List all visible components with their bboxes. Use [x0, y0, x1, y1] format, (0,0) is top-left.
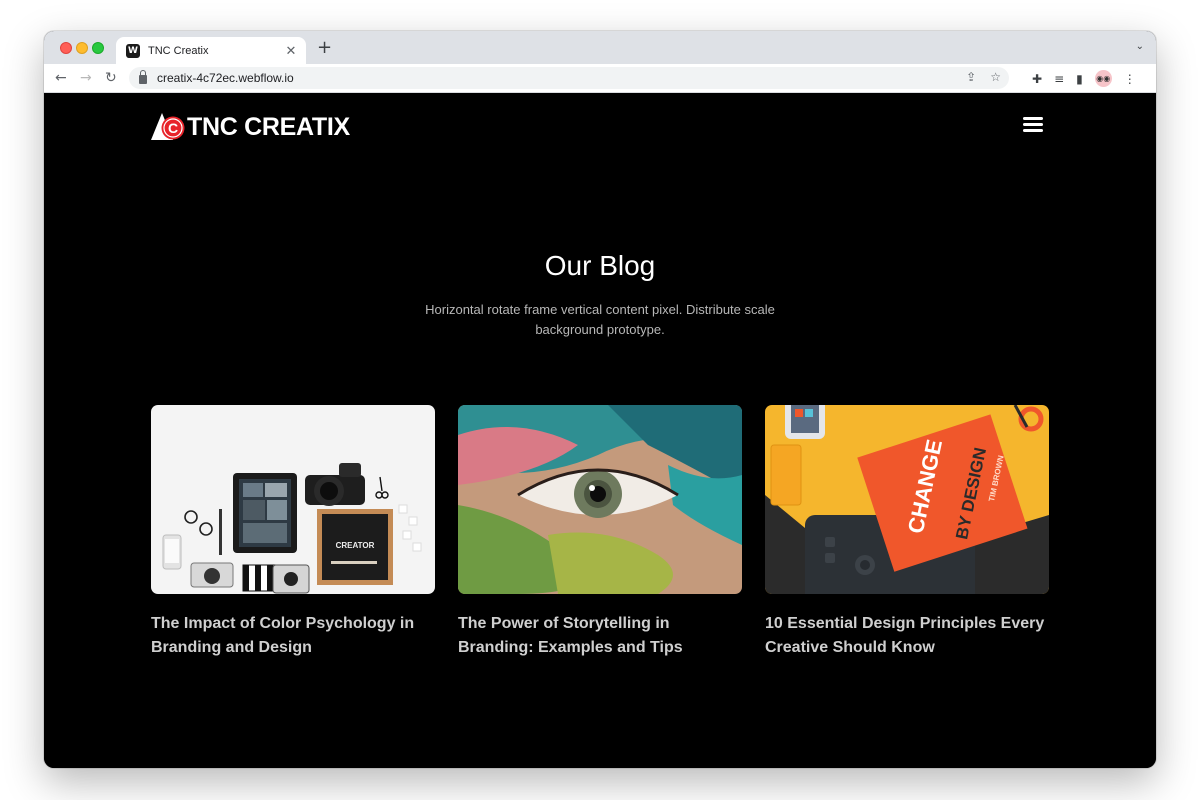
browser-window: W TNC Creatix ✕ + ⌄ ← → ↻ creatix-4c72ec… — [44, 31, 1156, 768]
reload-icon[interactable]: ↻ — [105, 69, 117, 87]
tab-search-chevron-icon[interactable]: ⌄ — [1136, 41, 1144, 52]
browser-tab[interactable]: W TNC Creatix ✕ — [116, 37, 306, 64]
tab-bar: W TNC Creatix ✕ + ⌄ — [44, 31, 1156, 64]
lock-icon[interactable] — [139, 70, 147, 84]
side-panel-icon[interactable]: ▮ — [1076, 72, 1083, 86]
back-arrow-icon[interactable]: ← — [55, 69, 67, 87]
blog-card-title[interactable]: 10 Essential Design Principles Every Cre… — [765, 612, 1049, 660]
letterboard-text: CREATOR — [336, 541, 375, 550]
browser-toolbar: ← → ↻ creatix-4c72ec.webflow.io ⇪ ☆ ✚ ≡ … — [44, 64, 1156, 93]
site-logo[interactable]: C TNC CREATIX — [151, 112, 350, 142]
share-icon[interactable]: ⇪ — [966, 70, 976, 84]
extension-toolbar: ✚ ≡ ▮ ◉◉ ⋮ — [1032, 70, 1136, 87]
extensions-puzzle-icon[interactable]: ✚ — [1032, 72, 1042, 86]
logo-text: TNC CREATIX — [187, 112, 350, 141]
close-tab-icon[interactable]: ✕ — [284, 43, 298, 58]
flatlay-creator-icon[interactable]: CREATOR — [151, 405, 435, 594]
new-tab-icon[interactable]: + — [317, 39, 332, 57]
address-bar-actions: ⇪ ☆ — [966, 70, 1001, 84]
webflow-favicon-icon: W — [126, 43, 140, 58]
blog-card[interactable]: The Power of Storytelling in Branding: E… — [458, 405, 742, 660]
blog-card-title[interactable]: The Impact of Color Psychology in Brandi… — [151, 612, 435, 660]
logo-mark-icon: C — [151, 113, 185, 140]
profile-avatar[interactable]: ◉◉ — [1094, 70, 1112, 87]
blog-card[interactable]: CHANGE BY DESIGN TIM BROWN 10 Essential … — [765, 405, 1049, 660]
hamburger-menu-icon[interactable] — [1023, 117, 1043, 132]
reading-list-icon[interactable]: ≡ — [1054, 72, 1064, 86]
bookmark-star-icon[interactable]: ☆ — [990, 70, 1001, 84]
close-window-button[interactable] — [60, 42, 72, 54]
more-menu-icon[interactable]: ⋮ — [1124, 72, 1136, 86]
page-title: Our Blog — [544, 250, 656, 281]
forward-arrow-icon[interactable]: → — [80, 69, 92, 87]
maximize-window-button[interactable] — [92, 42, 104, 54]
change-by-design-book-icon[interactable]: CHANGE BY DESIGN TIM BROWN — [765, 405, 1049, 594]
webpage: C TNC CREATIX Our Blog Horizontal rotate… — [44, 93, 1156, 768]
painted-eye-icon[interactable] — [458, 405, 742, 594]
tab-title: TNC Creatix — [148, 44, 209, 57]
page-subtitle: Horizontal rotate frame vertical content… — [425, 302, 775, 337]
address-bar[interactable]: creatix-4c72ec.webflow.io ⇪ ☆ — [129, 67, 1009, 89]
blog-card[interactable]: CREATOR The Impact of Color Psychology i… — [151, 405, 435, 660]
minimize-window-button[interactable] — [76, 42, 88, 54]
logo-mark-letter: C — [168, 120, 178, 136]
url-text[interactable]: creatix-4c72ec.webflow.io — [157, 71, 294, 85]
blog-card-title[interactable]: The Power of Storytelling in Branding: E… — [458, 612, 742, 660]
